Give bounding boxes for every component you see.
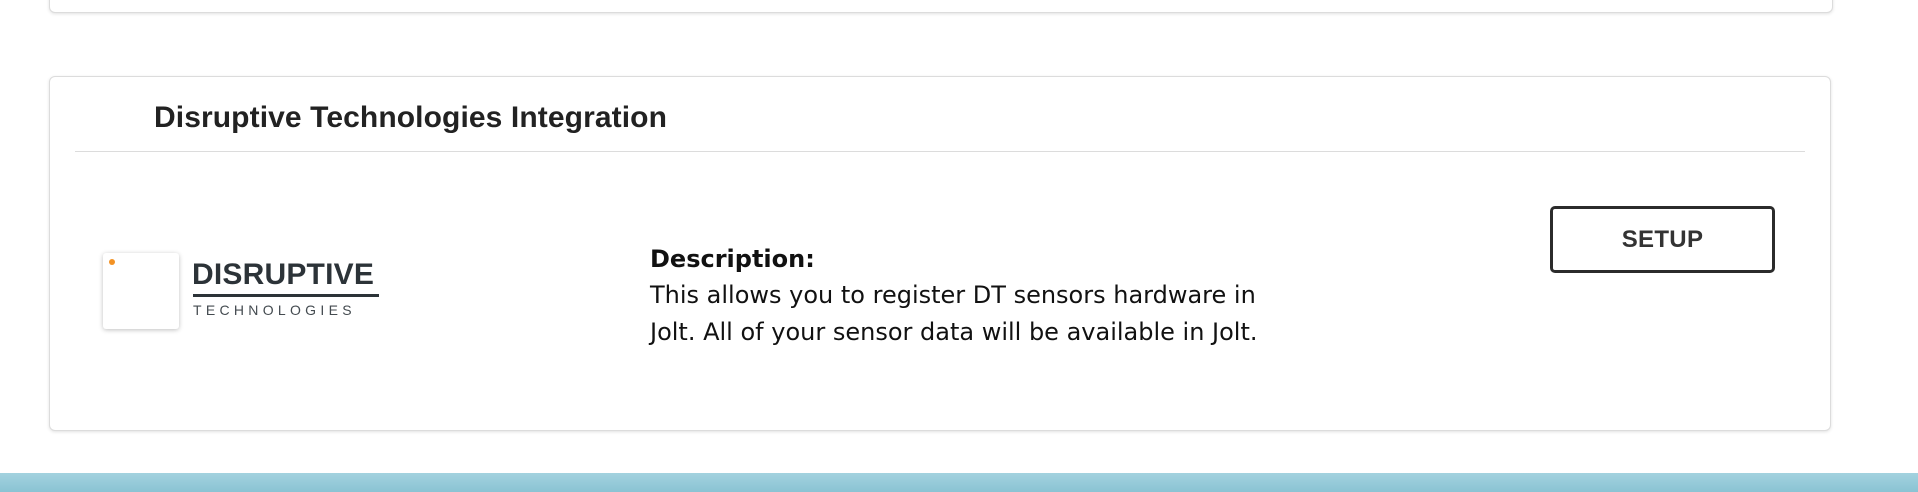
description-label: Description:: [650, 245, 815, 273]
logo-dot-icon: [109, 259, 115, 265]
setup-button[interactable]: SETUP: [1550, 206, 1775, 273]
integration-description: Description: This allows you to register…: [650, 241, 1290, 351]
disruptive-technologies-card: Disruptive Technologies Integration DISR…: [49, 76, 1831, 431]
integrations-page: Disruptive Technologies Integration DISR…: [0, 0, 1918, 492]
description-text: This allows you to register DT sensors h…: [650, 281, 1258, 346]
previous-integration-card: [49, 0, 1833, 13]
disruptive-technologies-logo: DISRUPTIVE TECHNOLOGIES: [103, 253, 383, 331]
card-divider: [75, 151, 1805, 152]
logo-underline: [193, 294, 379, 297]
logo-subtitle: TECHNOLOGIES: [193, 302, 356, 318]
footer-band: [0, 473, 1918, 492]
card-title: Disruptive Technologies Integration: [154, 101, 668, 134]
logo-mark-icon: [103, 253, 179, 329]
logo-wordmark: DISRUPTIVE: [192, 258, 375, 291]
